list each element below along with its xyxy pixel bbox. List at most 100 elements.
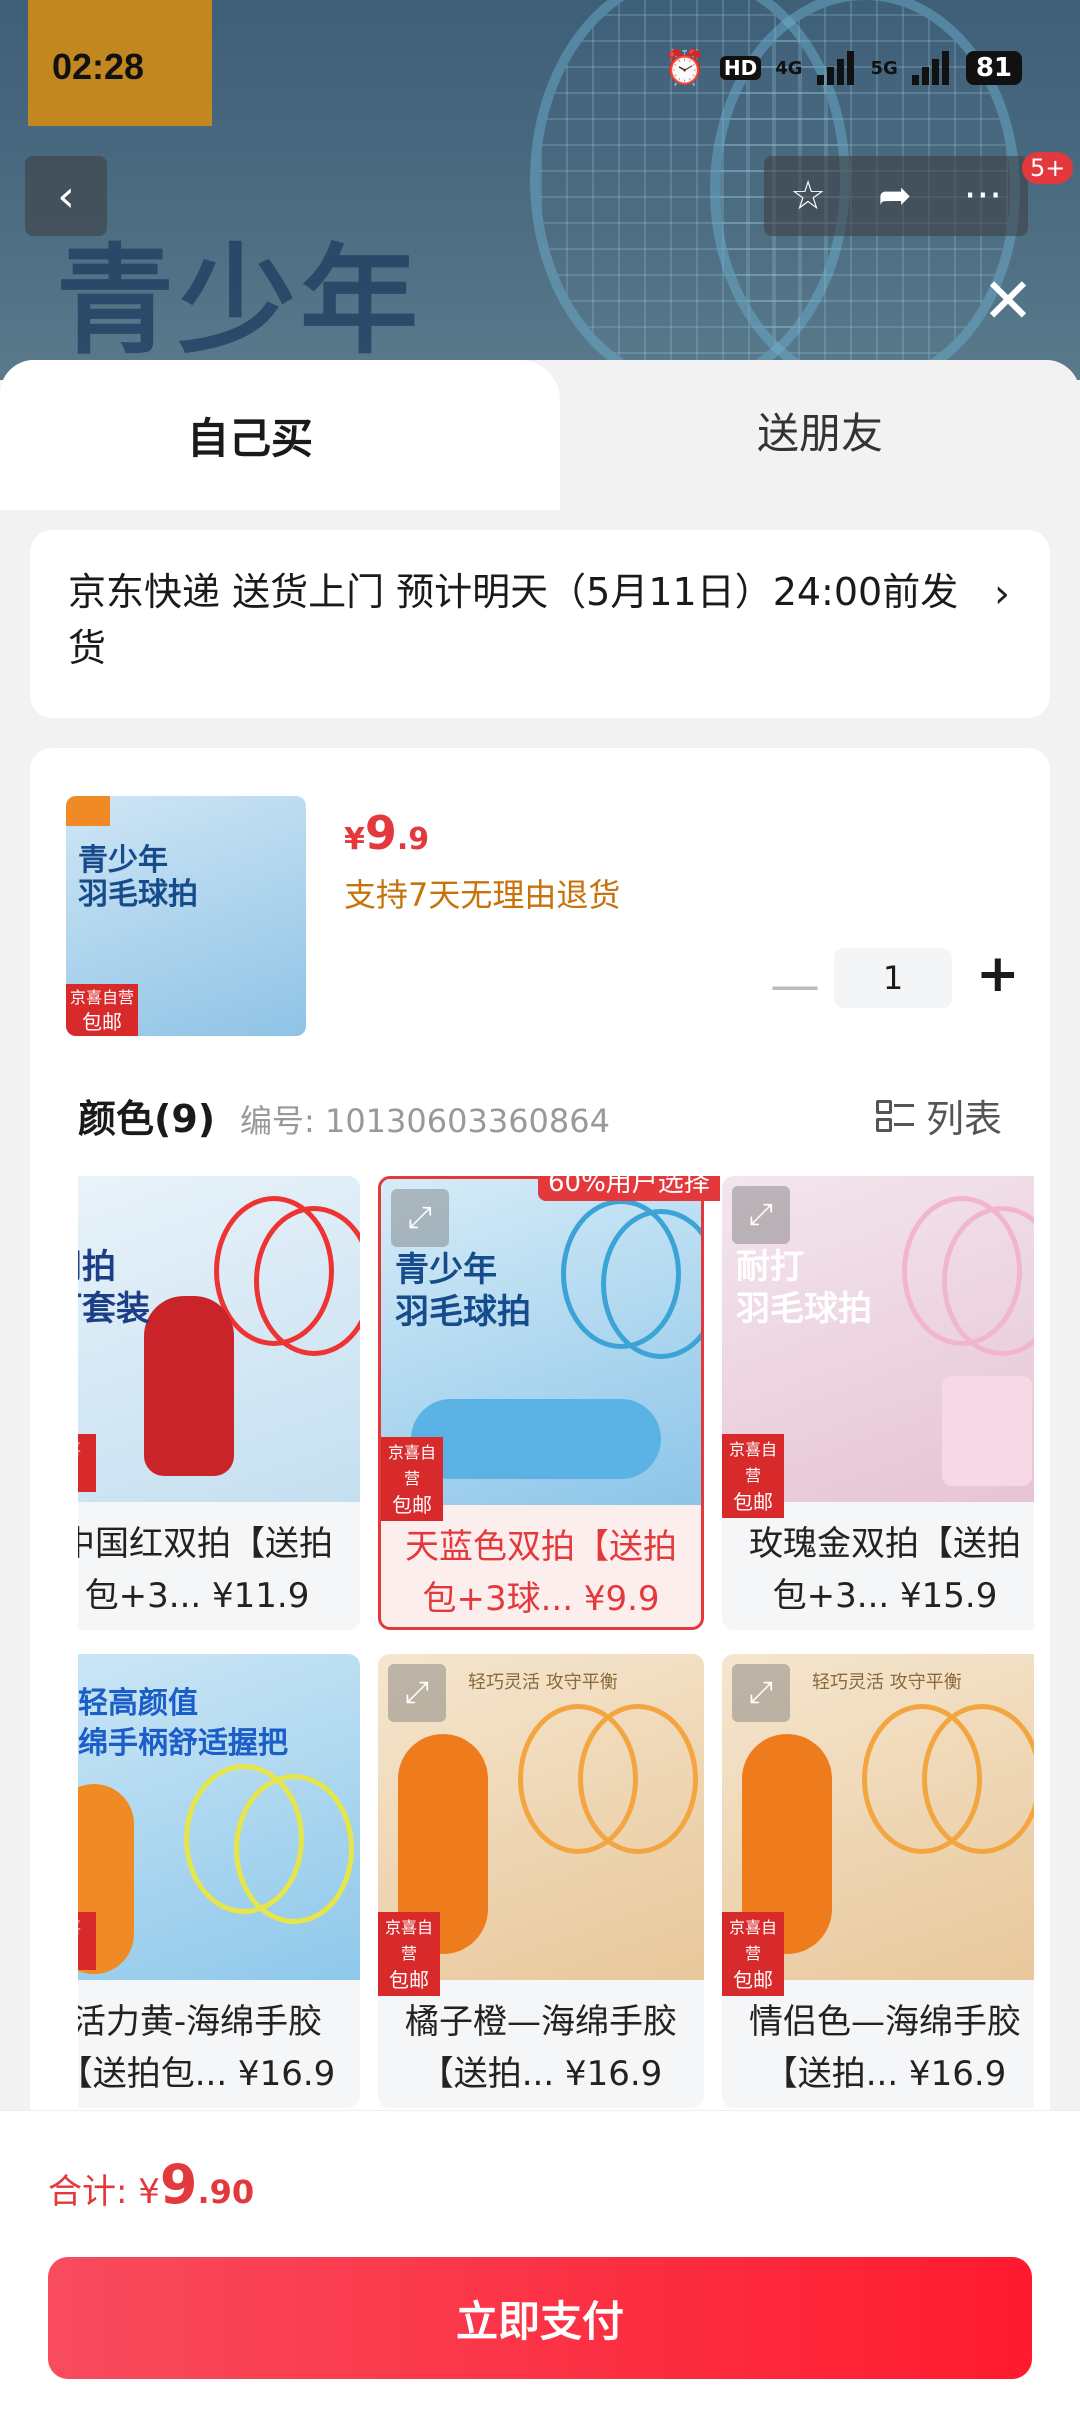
checkout-footer: 合计: ¥9.90 立即支付 — [0, 2110, 1080, 2413]
thumb-tag: 京喜自营 包邮 — [66, 984, 138, 1036]
more-icon[interactable]: ··· — [964, 173, 1002, 219]
variant-tag-line1: 京喜自营 — [728, 1918, 777, 1963]
display-stand — [942, 1376, 1032, 1486]
variant-tag-line2: 包邮 — [733, 1490, 773, 1514]
purchase-sheet: 自己买 送朋友 京东快递 送货上门 预计明天（5月11日）24:00前发货 › … — [0, 360, 1080, 2412]
variant-tag-line2: 邮 — [78, 1463, 96, 1489]
variant-image-text: 羽拍 打套装 — [78, 1247, 150, 1329]
racket-head — [922, 1704, 1034, 1854]
variant-tag-line1: 京喜 — [78, 1915, 96, 1941]
expand-icon[interactable]: ⤢ — [732, 1186, 790, 1244]
battery-indicator: 81 — [965, 51, 1022, 85]
variant-name: 橘子橙—海绵手胶 — [405, 2002, 677, 2042]
thumb-tag-line1: 京喜自营 — [69, 988, 134, 1007]
variant-tag: 京喜邮 — [78, 1912, 96, 1970]
variant-tag: 京喜自营 包邮 — [378, 1912, 440, 1996]
total-label: 合计: — [48, 2172, 139, 2212]
variant-image-text: 超轻高颜值 海绵手柄舒适握把 — [78, 1686, 288, 1761]
variant-tag-line2: 包邮 — [392, 1493, 432, 1517]
variant-tile[interactable]: ⤢ 轻巧灵活 攻守平衡 京喜自营 包邮 情侣色—海绵手胶 【送拍... ¥16.9 — [722, 1654, 1034, 2108]
decrease-quantity-button[interactable]: — — [770, 960, 820, 1010]
signal-icon — [816, 51, 857, 85]
variant-name: 玫瑰金双拍【送拍 — [749, 1524, 1021, 1564]
return-policy: 支持7天无理由退货 — [344, 876, 621, 914]
tab-gift-friend[interactable]: 送朋友 — [560, 360, 1080, 500]
variant-detail: 包+3球... ¥9.9 — [422, 1579, 660, 1619]
variant-tag-line2: 包邮 — [389, 1968, 429, 1992]
variant-name: 中国红双拍【送拍 — [78, 1524, 333, 1564]
total-currency: ¥ — [138, 2172, 160, 2212]
variant-tile[interactable]: ⤢ 耐打 羽毛球拍 京喜自营包邮 玫瑰金双拍【送拍 包+3... ¥15.9 — [722, 1176, 1034, 1630]
variant-tag-line2: 邮 — [78, 1941, 96, 1967]
signal-icon-2 — [911, 51, 952, 85]
variant-detail: 包+3... ¥11.9 — [84, 1576, 310, 1616]
product-price: ¥9.9 — [344, 806, 429, 860]
list-icon — [875, 1098, 914, 1134]
variant-name: 活力黄-海绵手胶 — [78, 2002, 323, 2042]
color-spec-title: 颜色(9) — [78, 1097, 216, 1141]
shipping-info[interactable]: 京东快递 送货上门 预计明天（5月11日）24:00前发货 › — [30, 530, 1050, 718]
variant-name: 天蓝色双拍【送拍 — [405, 1527, 677, 1567]
variant-tile[interactable]: 超轻高颜值 海绵手柄舒适握把 京喜邮 活力黄-海绵手胶 【送拍包... ¥16.… — [78, 1654, 360, 2108]
quantity-input[interactable]: 1 — [834, 948, 952, 1008]
thumb-title-line2: 羽毛球拍 — [78, 877, 198, 912]
expand-icon[interactable]: ⤢ — [391, 1189, 449, 1247]
tab-self-buy[interactable]: 自己买 — [0, 360, 560, 510]
alarm-icon: ⏰ — [663, 48, 706, 88]
expand-icon[interactable]: ⤢ — [388, 1664, 446, 1722]
variant-tag-line2: 包邮 — [733, 1968, 773, 1992]
nav-actions: ☆ ➦ ··· — [764, 156, 1028, 236]
variant-tag: 京喜自营 包邮 — [381, 1437, 443, 1521]
variant-tag-line1: 京喜自营 — [384, 1918, 433, 1963]
variant-grid: 羽拍 打套装 京喜邮 中国红双拍【送拍 包+3... ¥11.9 ⤢ 青少年 羽… — [78, 1176, 1034, 2156]
star-icon[interactable]: ☆ — [790, 173, 826, 219]
hd-icon: HD — [719, 56, 762, 80]
thumb-corner-mark — [66, 796, 110, 826]
chevron-left-icon: ‹ — [57, 170, 75, 222]
order-total: 合计: ¥9.90 — [48, 2153, 254, 2216]
close-icon[interactable]: ✕ — [982, 270, 1034, 332]
thumb-title-line1: 青少年 — [78, 843, 168, 878]
price-decimal: .9 — [396, 822, 430, 857]
variant-tile[interactable]: 羽拍 打套装 京喜邮 中国红双拍【送拍 包+3... ¥11.9 — [78, 1176, 360, 1630]
list-view-button[interactable]: 列表 — [875, 1088, 1002, 1143]
variant-image-text: 轻巧灵活 攻守平衡 — [468, 1672, 618, 1693]
variant-image-text: 青少年 羽毛球拍 — [395, 1250, 531, 1332]
message-badge: 5+ — [1022, 152, 1074, 184]
thumb-title: 青少年 羽毛球拍 — [78, 844, 198, 912]
pay-now-button[interactable]: 立即支付 — [48, 2257, 1032, 2379]
total-decimal: .90 — [197, 2173, 255, 2211]
back-button[interactable]: ‹ — [25, 156, 107, 236]
product-thumbnail[interactable]: 青少年 羽毛球拍 京喜自营 包邮 — [66, 796, 306, 1036]
increase-quantity-button[interactable]: + — [976, 948, 1020, 1000]
price-currency: ¥ — [344, 822, 365, 857]
variant-tile[interactable]: ⤢ 轻巧灵活 攻守平衡 京喜自营包邮 橘子橙—海绵手胶 【送拍... ¥16.9 — [378, 1654, 704, 2108]
price-integer: 9 — [364, 806, 397, 860]
status-time: 02:28 — [52, 46, 145, 87]
watermark: ABC好好学习 — [380, 1131, 598, 1172]
variant-tag: 京喜邮 — [78, 1434, 96, 1492]
racket-bag — [144, 1296, 234, 1476]
variant-detail: 【送拍包... ¥16.9 — [78, 2054, 336, 2094]
share-icon[interactable]: ➦ — [878, 173, 912, 219]
product-card: 青少年 羽毛球拍 京喜自营 包邮 ¥9.9 支持7天无理由退货 — 1 + 颜色… — [30, 748, 1050, 2148]
variant-tag-line1: 京喜自营 — [728, 1440, 777, 1485]
variant-detail: 【送拍... ¥16.9 — [419, 2054, 663, 2094]
variant-name: 情侣色—海绵手胶 — [749, 2002, 1021, 2042]
variant-tile-selected[interactable]: ⤢ 青少年 羽毛球拍 京喜自营包邮 天蓝色双拍【送拍 包+3球... ¥9.9 — [378, 1176, 704, 1630]
expand-icon[interactable]: ⤢ — [732, 1664, 790, 1722]
shipping-text: 京东快递 送货上门 预计明天（5月11日）24:00前发货 — [68, 570, 959, 670]
status-icons: ⏰ HD 4G 5G 81 — [663, 48, 1022, 88]
variant-detail: 包+3... ¥15.9 — [772, 1576, 998, 1616]
racket-bag — [411, 1399, 661, 1479]
variant-image — [78, 1176, 360, 1502]
variant-image-text: 耐打 羽毛球拍 — [736, 1247, 872, 1329]
tab-bar: 自己买 送朋友 — [0, 360, 1080, 510]
backdrop-title: 青少年 — [56, 232, 423, 370]
racket-head — [578, 1704, 698, 1854]
racket-head — [234, 1774, 354, 1924]
popular-choice-badge: 60%用户选择 — [538, 1176, 720, 1201]
variant-image-text: 轻巧灵活 攻守平衡 — [812, 1672, 962, 1693]
variant-tag: 京喜自营 包邮 — [722, 1912, 784, 1996]
variant-tag-line1: 京喜自营 — [387, 1443, 436, 1488]
